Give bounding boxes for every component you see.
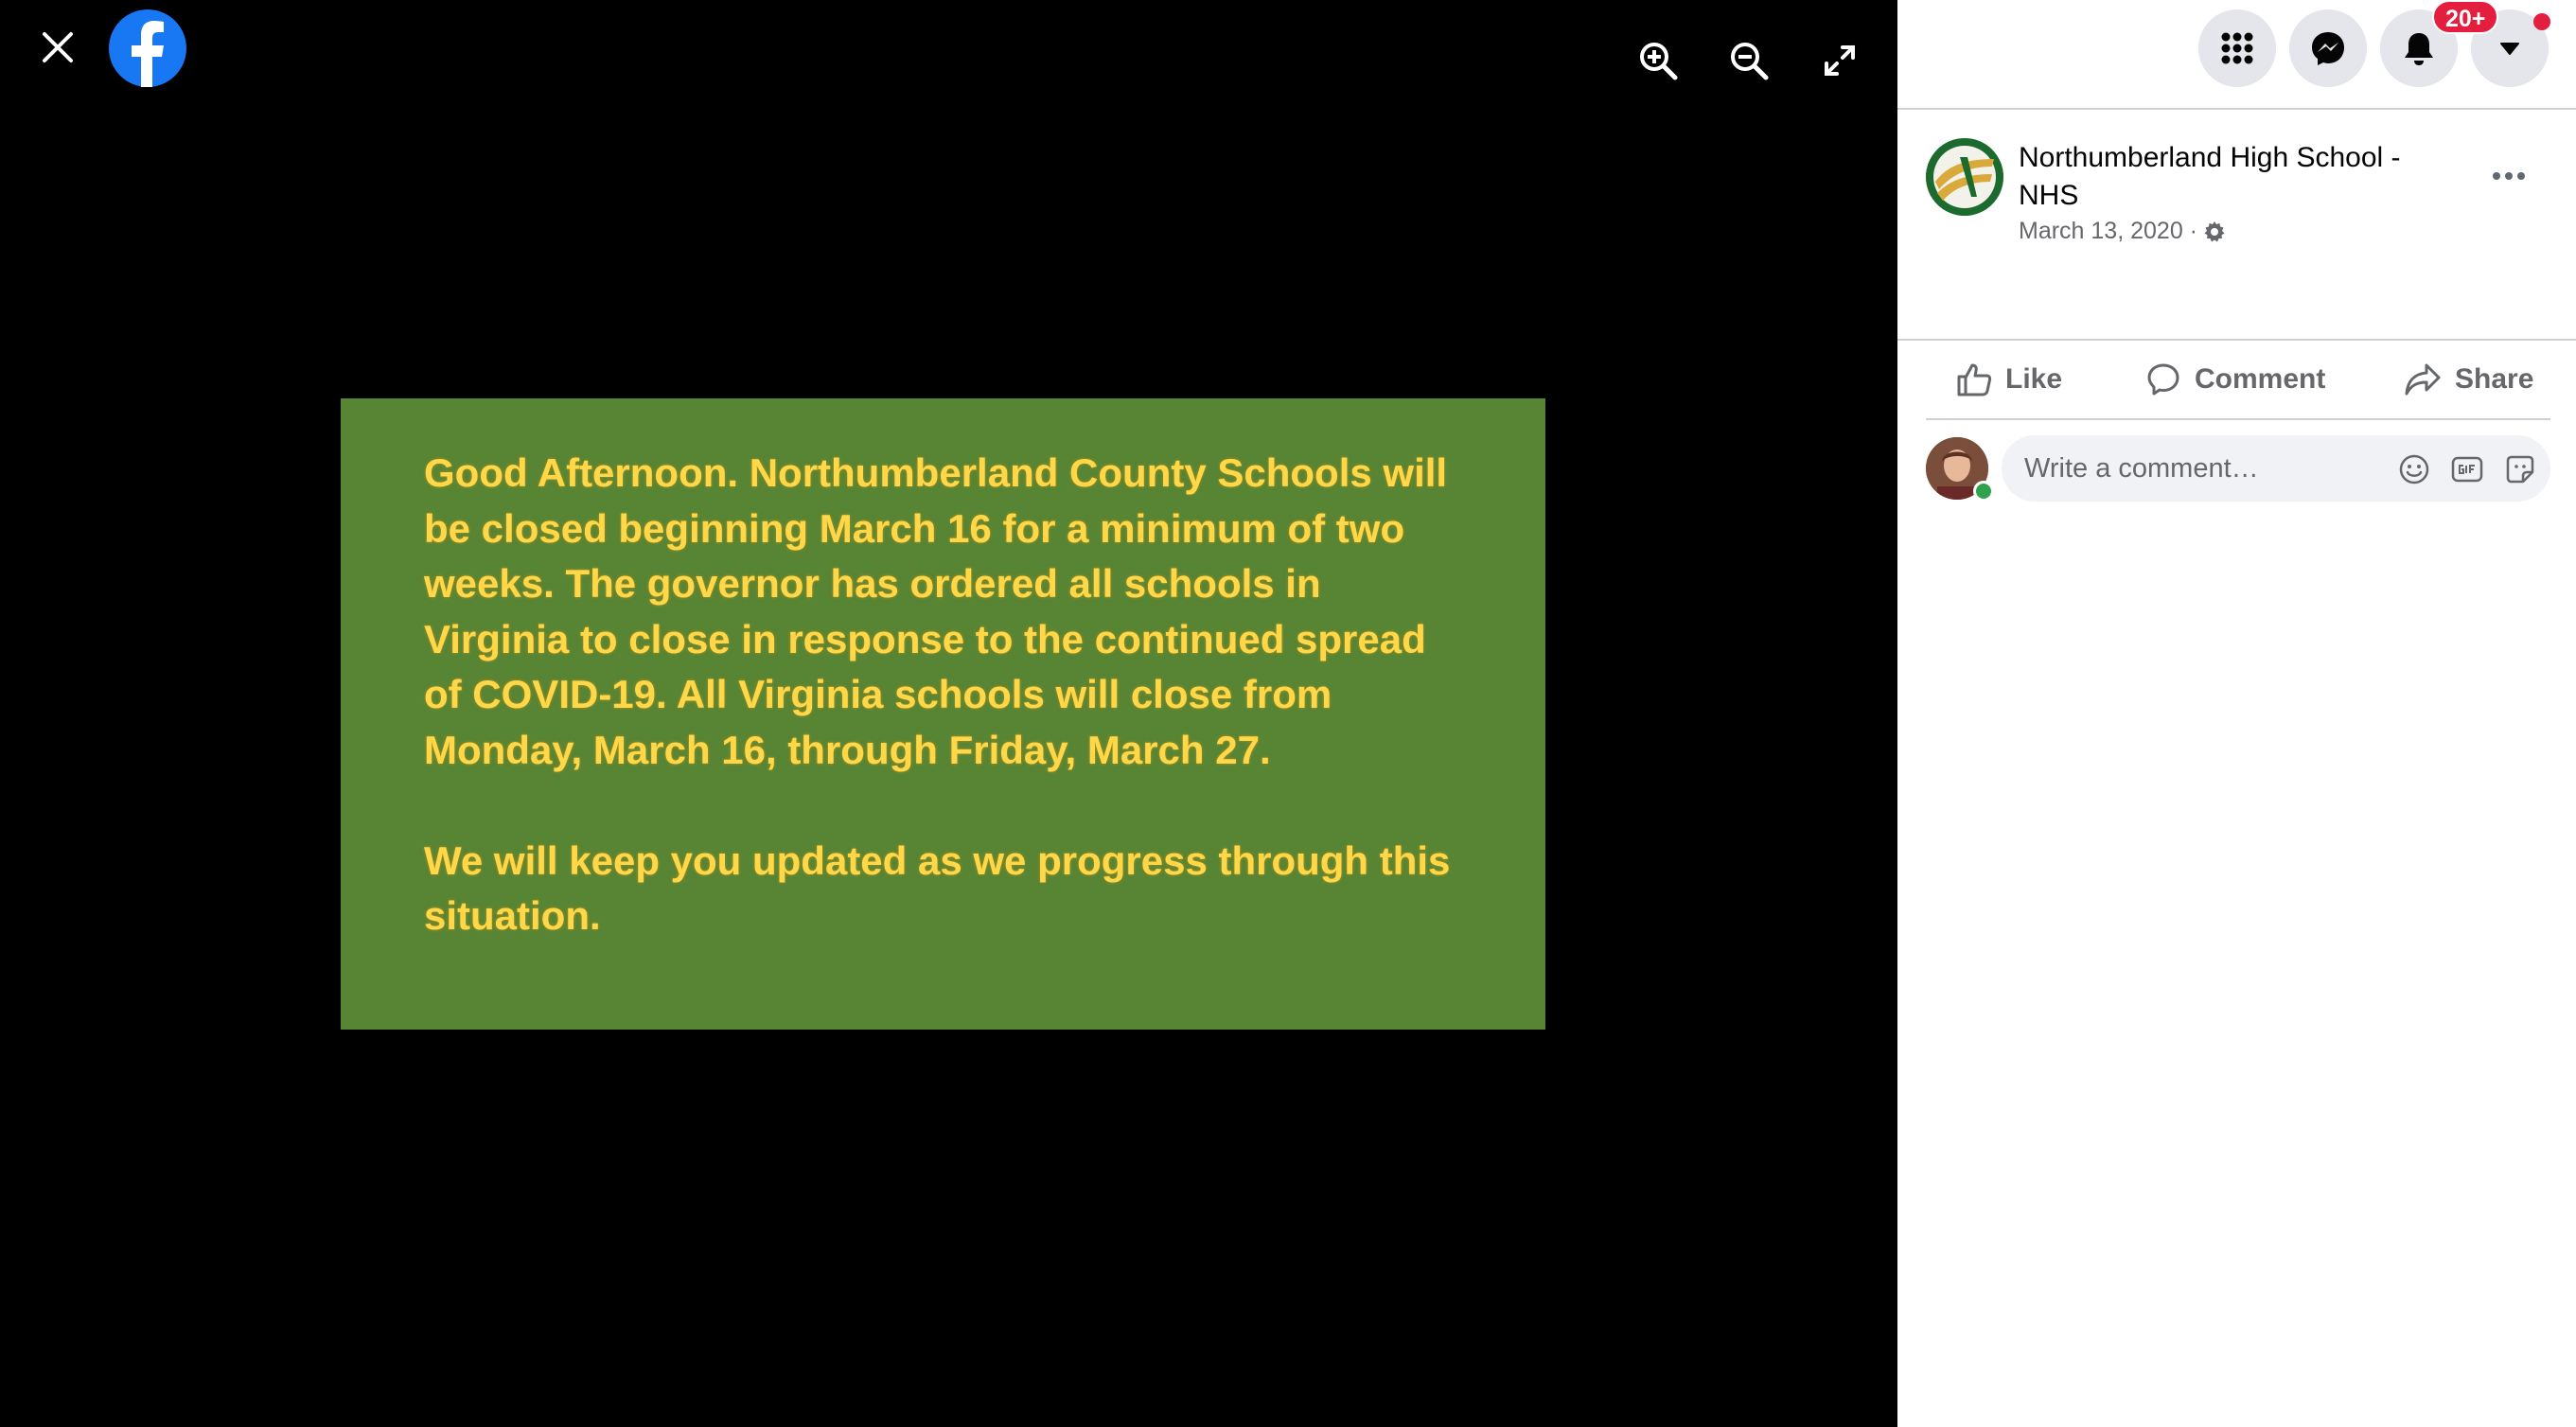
announcement-image: Good Afternoon. Northumberland County Sc… [341,398,1545,1030]
post-date: March 13, 2020 · [2019,218,2226,245]
messenger-icon [2312,32,2344,65]
comment-icon [2147,363,2179,396]
comment-composer[interactable] [2002,435,2550,502]
zoom-in-icon [1640,43,1678,80]
divider [1897,108,2576,110]
gear-icon [2204,220,2225,241]
notifications-badge: 20+ [2432,0,2499,34]
more-options-button[interactable] [2482,150,2535,203]
fullscreen-button[interactable] [1809,30,1870,91]
gif-icon [2451,456,2483,483]
thumbs-up-icon [1957,363,1992,396]
like-button[interactable]: Like [1956,350,2062,409]
announcement-paragraph-1: Good Afternoon. Northumberland County Sc… [424,450,1448,772]
comment-input[interactable] [2024,452,2365,484]
share-label: Share [2455,363,2534,395]
share-icon [2405,363,2441,396]
sticker-icon [2506,455,2534,484]
online-status-dot [1973,481,1994,502]
zoom-out-icon [1731,43,1769,80]
close-button[interactable] [28,21,87,74]
facebook-logo[interactable] [109,9,186,87]
bell-icon [2405,33,2433,65]
caret-down-icon [2500,43,2519,55]
emoji-button[interactable] [2395,450,2433,488]
post-date-text[interactable]: March 13, 2020 · [2019,218,2197,245]
school-logo-icon [1926,138,2003,216]
more-dot [2493,172,2500,180]
announcement-paragraph-2: We will keep you updated as we progress … [424,837,1451,939]
comment-label: Comment [2195,363,2326,395]
gif-button[interactable] [2448,450,2486,488]
menu-button[interactable] [2198,9,2276,87]
divider [1897,339,2576,341]
sticker-button[interactable] [2501,450,2539,488]
facebook-f-icon [132,21,164,87]
photo-viewer: Good Afternoon. Northumberland County Sc… [0,0,1897,1427]
zoom-in-button[interactable] [1628,30,1688,91]
like-label: Like [2005,363,2063,395]
messenger-button[interactable] [2289,9,2367,87]
close-icon [43,32,73,62]
account-alert-dot [2533,13,2550,30]
more-dot [2505,172,2513,180]
share-button[interactable]: Share [2404,350,2533,409]
divider [1926,418,2550,420]
comment-button[interactable]: Comment [2145,350,2325,409]
menu-grid-icon [2221,32,2253,64]
emoji-icon [2399,454,2429,484]
page-name[interactable]: Northumberland High School - NHS [2019,139,2463,215]
zoom-out-button[interactable] [1719,30,1779,91]
fullscreen-icon [1825,45,1855,76]
more-dot [2517,172,2525,180]
page-avatar[interactable] [1926,138,2003,216]
post-sidebar: 20+ Northumberland High School - NHS Mar… [1897,0,2576,1427]
